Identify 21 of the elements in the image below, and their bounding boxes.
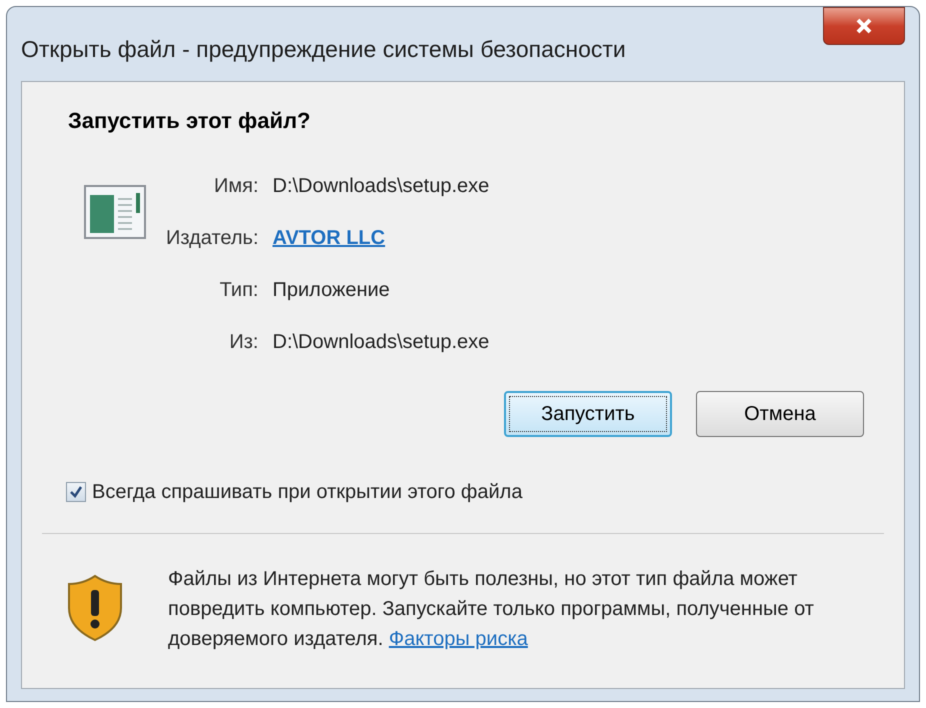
window-title: Открыть файл - предупреждение системы безопасности — [21, 34, 626, 64]
warning-shield-icon — [66, 574, 124, 642]
checkbox-label[interactable]: Всегда спрашивать при открытии этого файла — [92, 477, 522, 507]
field-value: Приложение — [272, 278, 391, 303]
field-value: D:\Downloads\setup.exe — [272, 330, 490, 355]
field-label: Имя: — [212, 174, 258, 199]
application-window-icon — [84, 185, 146, 239]
risk-factors-link[interactable]: Факторы риска — [388, 628, 528, 650]
publisher-link[interactable]: AVTOR LLC — [272, 223, 386, 253]
warning-text: Файлы из Интернета могут быть полезны, но этот тип файла может повредить компьютер. Запускайте только программы, полученные от доверяемого издателя. Факторы риска — [168, 567, 815, 652]
field-label: Издатель: — [166, 226, 258, 251]
checkbox[interactable] — [66, 482, 86, 502]
field-label: Из: — [228, 330, 258, 355]
checkmark-icon — [69, 485, 83, 499]
dialog-button[interactable]: Отмена — [696, 391, 864, 437]
close-icon — [855, 18, 873, 34]
field-value: D:\Downloads\setup.exe — [272, 174, 490, 199]
dialog-heading: Запустить этот файл? — [68, 108, 310, 133]
close-button[interactable] — [823, 7, 905, 45]
dialog-button[interactable]: Запустить — [504, 391, 672, 437]
field-label: Тип: — [218, 278, 258, 303]
